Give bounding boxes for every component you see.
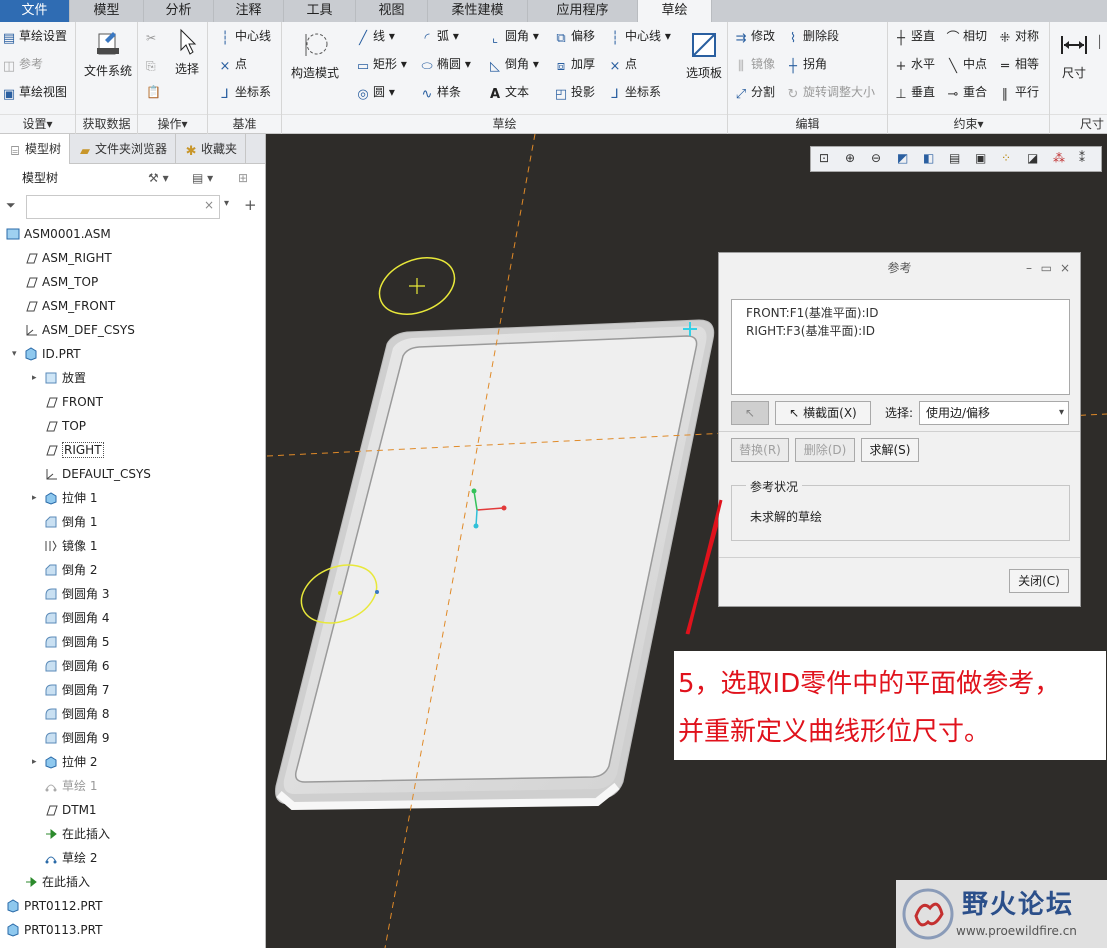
watermark-title: 野火论坛 [962, 890, 1075, 920]
creo-window: 文件 模型 分析 注释 工具 视图 柔性建模 应用程序 草绘 ▤ 草绘设置 ◫ 参考… [0, 0, 1107, 948]
annotation-overlay [686, 499, 723, 635]
annotation-line-2: 并重新定义曲线形位尺寸。 [678, 717, 991, 747]
watermark-url: www.proewildfire.cn [956, 924, 1077, 938]
annotation-line-1: 5，选取ID零件中的平面做参考， [678, 669, 1061, 699]
watermark: 野火论坛 www.proewildfire.cn [896, 880, 1107, 948]
annotation-arrow-lower-line [686, 499, 723, 635]
tutorial-annotation: 5，选取ID零件中的平面做参考， 并重新定义曲线形位尺寸。 [674, 651, 1106, 760]
watermark-logo-icon [902, 888, 954, 940]
